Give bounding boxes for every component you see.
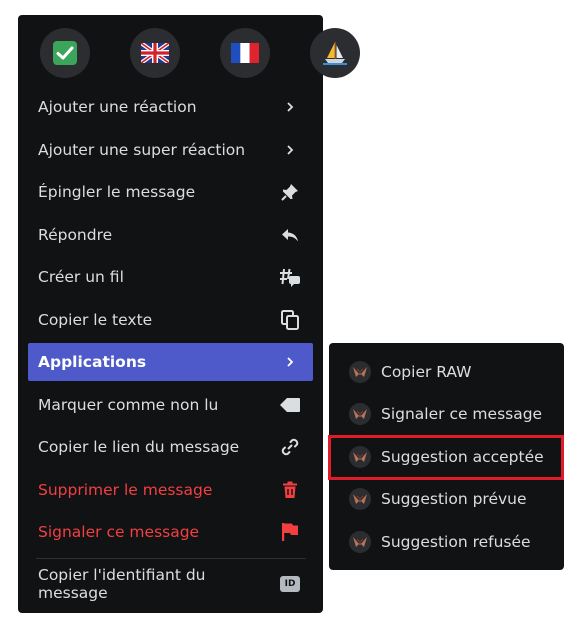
- submenu-item-suggestion-accepted[interactable]: Suggestion acceptée: [337, 438, 556, 476]
- bot-avatar-icon: [349, 361, 371, 383]
- submenu-item-copy-raw[interactable]: Copier RAW: [337, 353, 556, 391]
- sailboat-icon: [323, 42, 347, 65]
- context-menu: Ajouter une réaction Ajouter une super r…: [18, 15, 360, 613]
- menu-item-report-message[interactable]: Signaler ce message: [28, 513, 313, 551]
- submenu-item-label: Suggestion acceptée: [381, 448, 544, 466]
- menu-item-label: Ajouter une réaction: [38, 98, 197, 116]
- menu-item-create-thread[interactable]: Créer un fil: [28, 258, 313, 296]
- menu-item-label: Répondre: [38, 226, 113, 244]
- menu-item-label: Copier le lien du message: [38, 438, 240, 456]
- reaction-sailboat[interactable]: [310, 28, 360, 78]
- bot-avatar-icon: [349, 531, 371, 553]
- applications-submenu: Copier RAW Signaler ce message Suggestio…: [329, 343, 564, 570]
- menu-item-delete-message[interactable]: Supprimer le message: [28, 471, 313, 509]
- menu-item-label: Supprimer le message: [38, 481, 213, 499]
- menu-item-mark-unread[interactable]: Marquer comme non lu: [28, 386, 313, 424]
- unread-icon: [279, 394, 301, 416]
- reaction-check[interactable]: [40, 28, 90, 78]
- menu-item-label: Ajouter une super réaction: [38, 141, 246, 159]
- menu-item-label: Copier le texte: [38, 311, 153, 329]
- chevron-right-icon: [279, 96, 301, 118]
- reaction-france-flag[interactable]: [220, 28, 270, 78]
- chevron-right-icon: [279, 139, 301, 161]
- pin-icon: [279, 181, 301, 203]
- menu-separator: [36, 558, 306, 559]
- menu-item-copy-link[interactable]: Copier le lien du message: [28, 428, 313, 466]
- id-badge: ID: [280, 576, 301, 592]
- link-icon: [279, 436, 301, 458]
- france-flag-icon: [231, 43, 259, 63]
- submenu-item-label: Suggestion prévue: [381, 490, 527, 508]
- menu-item-add-reaction[interactable]: Ajouter une réaction: [28, 88, 313, 126]
- submenu-item-label: Signaler ce message: [381, 405, 543, 423]
- menu-item-add-super-reaction[interactable]: Ajouter une super réaction: [28, 131, 313, 169]
- menu-item-reply[interactable]: Répondre: [28, 216, 313, 254]
- menu-item-label: Créer un fil: [38, 268, 124, 286]
- submenu-item-suggestion-planned[interactable]: Suggestion prévue: [337, 480, 556, 518]
- submenu-item-suggestion-refused[interactable]: Suggestion refusée: [337, 523, 556, 561]
- submenu-item-label: Suggestion refusée: [381, 533, 531, 551]
- copy-icon: [279, 309, 301, 331]
- bot-avatar-icon: [349, 446, 371, 468]
- menu-item-copy-message-id[interactable]: Copier l'identifiant du message ID: [28, 565, 313, 603]
- bot-avatar-icon: [349, 488, 371, 510]
- bot-avatar-icon: [349, 403, 371, 425]
- uk-flag-icon: [141, 43, 169, 63]
- id-icon: ID: [279, 573, 301, 595]
- check-mark-icon: [53, 41, 77, 65]
- menu-item-applications[interactable]: Applications: [28, 343, 313, 381]
- menu-item-label: Applications: [38, 353, 147, 371]
- menu-item-copy-text[interactable]: Copier le texte: [28, 301, 313, 339]
- submenu-item-report-message[interactable]: Signaler ce message: [337, 395, 556, 433]
- thread-icon: [279, 266, 301, 288]
- reaction-uk-flag[interactable]: [130, 28, 180, 78]
- menu-item-label: Signaler ce message: [38, 523, 200, 541]
- menu-item-label: Marquer comme non lu: [38, 396, 219, 414]
- submenu-item-label: Copier RAW: [381, 363, 472, 381]
- menu-item-label: Copier l'identifiant du message: [38, 566, 206, 602]
- menu-item-label: Épingler le message: [38, 183, 196, 201]
- flag-icon: [279, 521, 301, 543]
- trash-icon: [279, 479, 301, 501]
- chevron-right-icon: [279, 351, 301, 373]
- quick-reactions: [40, 28, 360, 78]
- reply-icon: [279, 224, 301, 246]
- menu-item-pin-message[interactable]: Épingler le message: [28, 173, 313, 211]
